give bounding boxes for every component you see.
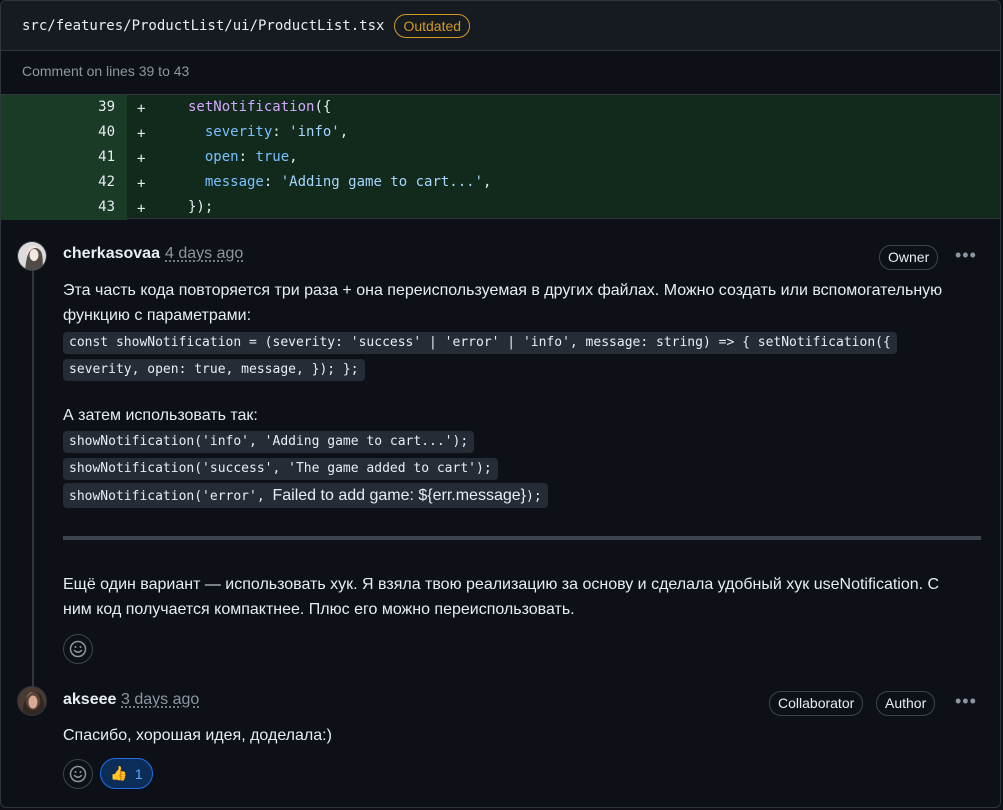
code-token: : [272, 124, 290, 140]
thread-connector [32, 269, 34, 689]
diff-line: 43 +}); [1, 195, 1000, 220]
addition-marker: + [137, 101, 146, 117]
inline-code: showNotification('error', Failed to add … [63, 483, 548, 508]
code-token: message [204, 174, 264, 190]
file-path[interactable]: src/features/ProductList/ui/ProductList.… [22, 18, 384, 34]
code-token: 'Adding game to cart...' [280, 174, 484, 190]
code-token: ({ [314, 99, 332, 115]
comment-paragraph: А затем использовать так: [63, 407, 258, 424]
kebab-horizontal-icon[interactable]: ••• [955, 246, 977, 264]
code-token: open [204, 149, 239, 165]
addition-marker: + [137, 201, 146, 217]
code-line: open: true, [188, 145, 298, 170]
code-line: severity: 'info', [188, 120, 348, 145]
inline-code: const showNotification = (severity: 'suc… [63, 332, 897, 354]
diff-line: 40 + severity: 'info', [1, 120, 1000, 145]
code-token: }); [188, 199, 214, 215]
add-reaction-button[interactable] [63, 759, 93, 789]
outdated-badge: Outdated [394, 13, 471, 38]
thumbs-up-reaction-button[interactable]: 👍 1 [100, 758, 153, 789]
code-token: , [339, 124, 349, 140]
smiley-icon [69, 640, 87, 658]
diff-line: 41 + open: true, [1, 145, 1000, 170]
comment-paragraph: Спасибо, хорошая идея, доделала:) [63, 727, 332, 744]
addition-marker: + [137, 176, 146, 192]
line-number[interactable]: 39 [1, 95, 127, 120]
addition-marker: + [137, 151, 146, 167]
file-header: src/features/ProductList/ui/ProductList.… [1, 1, 1000, 51]
code-fragment: Failed to add game: ${err.message} [272, 487, 527, 504]
code-fragment: showNotification('error', [69, 489, 273, 504]
line-number[interactable]: 40 [1, 120, 127, 145]
thumbs-up-icon: 👍 [110, 765, 128, 781]
code-token: : [263, 174, 281, 190]
add-reaction-button[interactable] [63, 634, 93, 664]
code-line: message: 'Adding game to cart...', [188, 170, 492, 195]
owner-badge: Owner [879, 245, 939, 270]
code-token: 'info' [289, 124, 340, 140]
horizontal-rule [63, 536, 981, 540]
inline-code: showNotification('info', 'Adding game to… [63, 431, 475, 453]
review-thread: src/features/ProductList/ui/ProductList.… [0, 0, 1001, 808]
author-badge: Author [876, 691, 936, 716]
code-fragment: ); [526, 489, 542, 504]
code-token: severity [204, 124, 273, 140]
diff-line: 42 + message: 'Adding game to cart...', [1, 170, 1000, 195]
line-number[interactable]: 42 [1, 170, 127, 195]
diff-snippet: 39 + setNotification({ 40 + severity: 'info'… [1, 94, 1000, 220]
code-token: true [255, 149, 290, 165]
line-number[interactable]: 41 [1, 145, 127, 170]
inline-code: severity, open: true, message, }); }; [63, 359, 365, 381]
diff-line: 39 + setNotification({ [1, 95, 1000, 120]
line-number[interactable]: 43 [1, 195, 127, 220]
comment-timestamp[interactable]: 4 days ago [165, 245, 243, 263]
reaction-count: 1 [134, 765, 143, 782]
avatar-cherkasovaa[interactable] [17, 241, 47, 271]
kebab-horizontal-icon[interactable]: ••• [955, 692, 977, 710]
inline-code: showNotification('success', 'The game ad… [63, 458, 498, 480]
code-line: }); [188, 195, 213, 220]
code-token: setNotification [188, 99, 315, 115]
code-line: setNotification({ [188, 95, 331, 120]
comment-paragraph: Ещё один вариант — использовать хук. Я в… [63, 576, 940, 618]
comment-author[interactable]: akseee [63, 691, 116, 709]
comment-timestamp[interactable]: 3 days ago [121, 691, 199, 709]
comment-line-range: Comment on lines 39 to 43 [22, 63, 190, 79]
collaborator-badge: Collaborator [769, 691, 864, 716]
code-token: : [238, 149, 256, 165]
addition-marker: + [137, 126, 146, 142]
avatar-akseee[interactable] [17, 686, 47, 716]
code-token: , [483, 174, 492, 190]
smiley-icon [69, 765, 87, 783]
code-token: , [289, 149, 298, 165]
comment-paragraph: Эта часть кода повторяется три раза + он… [63, 282, 943, 324]
comment-author[interactable]: cherkasovaa [63, 245, 160, 263]
